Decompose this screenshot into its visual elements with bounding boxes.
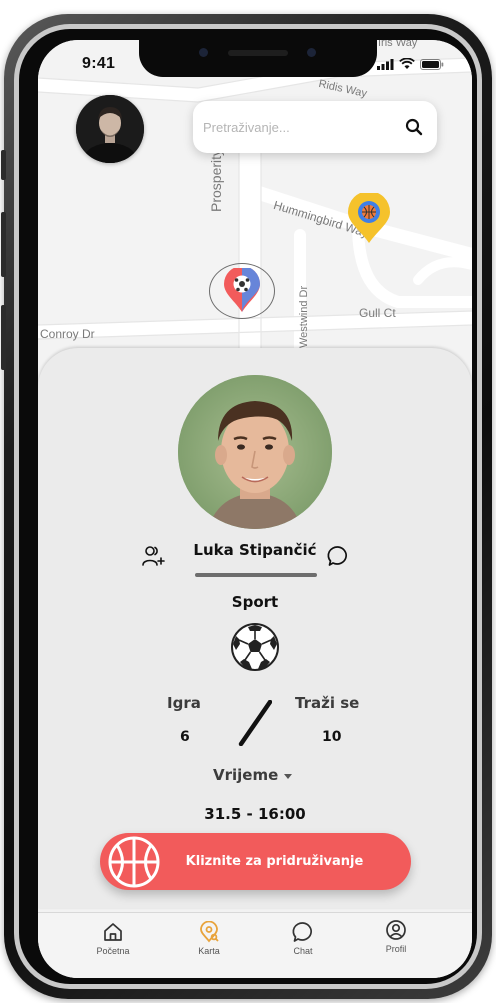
slash-icon	[238, 699, 273, 747]
search-bar[interactable]	[193, 101, 437, 153]
volume-down-button	[1, 305, 6, 370]
nav-label-profile: Profil	[385, 944, 407, 954]
front-camera	[199, 48, 208, 57]
map-roads	[38, 57, 472, 380]
road-label-conroy: Conroy Dr	[40, 327, 95, 341]
nav-item-map[interactable]: Karta	[179, 921, 239, 956]
bottom-nav: Početna Karta Chat Profil	[38, 912, 472, 978]
time-dropdown[interactable]: Vrijeme	[213, 766, 293, 784]
chat-icon	[292, 922, 312, 942]
slide-to-join-button[interactable]: Kliznite za pridruživanje	[100, 833, 411, 890]
soccer-ball-graphic	[231, 623, 279, 671]
nav-item-chat[interactable]: Chat	[273, 921, 333, 956]
name-divider	[195, 573, 317, 577]
slash-divider	[238, 699, 273, 751]
nav-label-home: Početna	[96, 946, 130, 956]
proximity-sensor	[307, 48, 316, 57]
player-photo	[178, 375, 332, 529]
soccer-ball-icon	[230, 622, 280, 677]
map-view[interactable]: Prosperity Farms Hummingbird Way Westwin…	[38, 40, 472, 380]
looking-count: 10	[322, 729, 342, 745]
silent-switch	[1, 150, 6, 180]
player-name: Luka Stipančić	[193, 541, 317, 559]
basketball-pin-icon	[348, 193, 390, 243]
search-input[interactable]	[203, 119, 405, 135]
app-screen: Prosperity Farms Hummingbird Way Westwin…	[38, 40, 472, 978]
road-label-westwind: Westwind Dr	[298, 285, 310, 348]
playing-count: 6	[180, 729, 190, 745]
time-value: 31.5 - 16:00	[204, 805, 306, 823]
user-avatar[interactable]	[76, 95, 144, 163]
join-label: Kliznite za pridruživanje	[185, 854, 364, 869]
nav-label-chat: Chat	[293, 946, 313, 956]
search-icon[interactable]	[405, 118, 423, 136]
road-label-iris: Iris Way	[378, 40, 418, 49]
status-icons	[377, 58, 444, 70]
profile-icon	[386, 920, 406, 940]
player-photo-image	[178, 375, 332, 529]
camera-notch	[139, 40, 377, 77]
time-label: Vrijeme	[213, 766, 279, 784]
wifi-icon	[399, 58, 415, 69]
volume-up-button	[1, 212, 6, 277]
sport-heading: Sport	[231, 593, 279, 611]
player-details-sheet: Luka Stipančić Sport Igra 6 Traži se 10	[38, 348, 472, 908]
map-pin-icon	[200, 921, 219, 943]
nav-label-map: Karta	[198, 946, 220, 956]
chevron-down-icon	[284, 773, 293, 779]
speaker-grill	[228, 50, 288, 56]
avatar-photo	[76, 95, 144, 163]
selected-soccer-pin[interactable]	[209, 263, 275, 319]
signal-icon	[377, 59, 394, 70]
nav-item-profile[interactable]: Profil	[366, 919, 426, 954]
status-time: 9:41	[82, 55, 116, 72]
soccer-pin-icon	[224, 268, 260, 312]
looking-label: Traži se	[295, 694, 360, 712]
nav-item-home[interactable]: Početna	[83, 921, 143, 956]
playing-label: Igra	[167, 694, 201, 712]
road-label-gull: Gull Ct	[359, 306, 396, 320]
home-icon	[104, 923, 122, 941]
battery-icon	[420, 59, 444, 70]
